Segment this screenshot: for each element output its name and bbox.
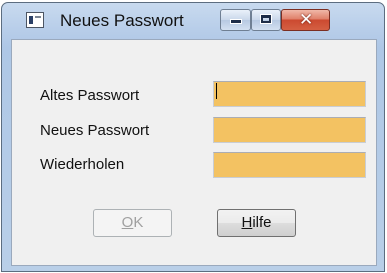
title-bar[interactable]: Neues Passwort ✕ (2, 3, 384, 39)
repeat-password-label: Wiederholen (40, 156, 125, 173)
minimize-icon (231, 20, 241, 23)
old-password-label: Altes Passwort (40, 87, 140, 104)
app-icon-line (35, 16, 41, 18)
close-button[interactable]: ✕ (281, 9, 330, 31)
ok-mnemonic: O (121, 214, 134, 231)
help-button[interactable]: Hilfe (217, 209, 296, 237)
help-label-rest: ilfe (252, 214, 272, 231)
help-mnemonic: H (241, 214, 253, 231)
close-icon: ✕ (299, 10, 314, 29)
app-window-icon[interactable] (26, 12, 44, 28)
ok-label-rest: K (133, 214, 144, 231)
window-title: Neues Passwort (60, 11, 184, 30)
dialog-content: Altes Passwort Neues Passwort Wiederhole… (11, 39, 377, 266)
repeat-password-field[interactable] (213, 152, 366, 178)
new-password-label: Neues Passwort (40, 122, 150, 139)
dialog-window: Neues Passwort ✕ Altes Passwort Neues Pa… (1, 2, 385, 272)
new-password-field[interactable] (213, 117, 366, 143)
minimize-button[interactable] (220, 9, 251, 31)
maximize-button[interactable] (251, 9, 281, 31)
ok-button[interactable]: OK (93, 209, 172, 237)
maximize-icon (261, 15, 271, 23)
app-icon-block (29, 16, 33, 24)
old-password-field[interactable] (213, 81, 366, 107)
text-caret (216, 83, 217, 99)
